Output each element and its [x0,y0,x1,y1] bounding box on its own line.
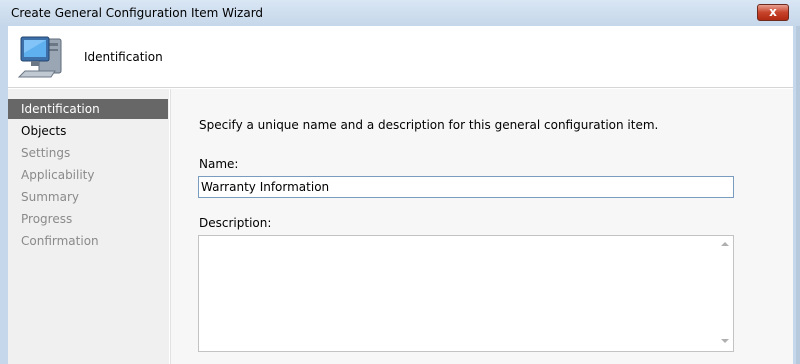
page-title: Identification [84,50,163,64]
nav-step-settings: Settings [21,146,71,160]
nav-step-identification[interactable]: Identification [8,99,168,119]
nav-step-applicability: Applicability [21,168,95,182]
description-scrollbar[interactable] [716,236,733,351]
title-bar: Create General Configuration Item Wizard… [0,0,800,26]
window-right-frame [793,26,800,364]
wizard-content: Specify a unique name and a description … [170,89,793,364]
instruction-text: Specify a unique name and a description … [199,118,659,132]
scroll-down-arrow-icon[interactable] [721,339,729,343]
computer-icon [17,36,62,78]
nav-step-confirmation: Confirmation [21,234,99,248]
wizard-header: Identification [8,26,793,88]
description-textarea[interactable] [198,235,734,352]
nav-step-objects[interactable]: Objects [8,121,168,141]
close-button[interactable]: x [757,4,789,21]
wizard-client-area: Identification Identification Objects Se… [8,26,793,364]
wizard-step-nav: Identification Objects Settings Applicab… [8,89,169,364]
window-title: Create General Configuration Item Wizard [11,6,264,20]
nav-step-summary: Summary [21,190,79,204]
nav-step-progress: Progress [21,212,73,226]
description-label: Description: [199,216,272,230]
scroll-up-arrow-icon[interactable] [721,242,729,246]
name-input[interactable] [198,176,734,198]
name-label: Name: [199,157,239,171]
